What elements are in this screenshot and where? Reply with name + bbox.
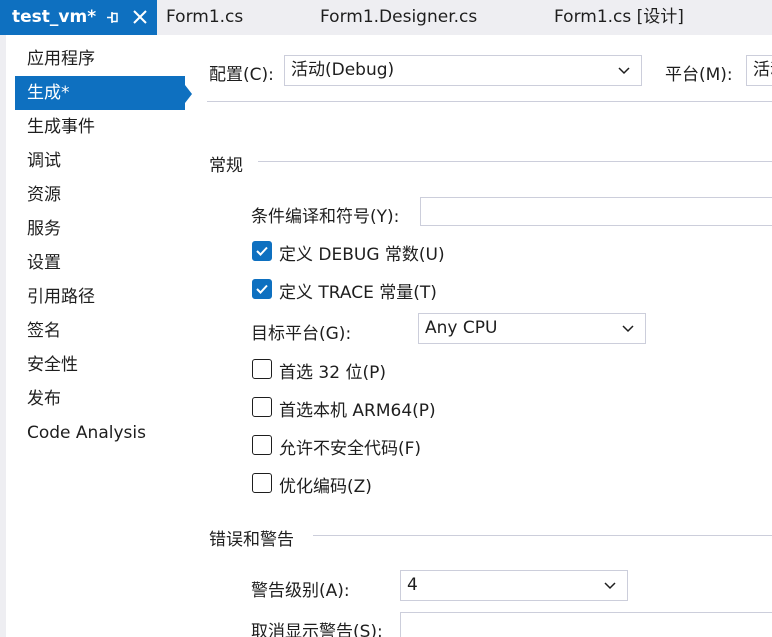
optimize-code-label[interactable]: 优化编码(Z) (279, 472, 372, 497)
tab-label: Form1.cs (166, 7, 244, 27)
sidebar-item-reference-paths[interactable]: 引用路径 (15, 280, 185, 314)
warning-level-value: 4 (407, 575, 418, 595)
target-platform-value: Any CPU (425, 318, 498, 338)
tab-overflow-area (753, 0, 772, 35)
platform-dropdown[interactable]: 活动 (746, 55, 772, 86)
pin-icon[interactable] (104, 0, 120, 35)
sidebar-item-services[interactable]: 服务 (15, 212, 185, 246)
config-divider (207, 101, 772, 102)
warning-level-dropdown[interactable]: 4 (400, 570, 628, 601)
prefer-32bit-label[interactable]: 首选 32 位(P) (279, 358, 386, 383)
selected-indicator-arrow (185, 85, 192, 103)
prefer-arm64-label[interactable]: 首选本机 ARM64(P) (279, 396, 436, 421)
sidebar-item-debug[interactable]: 调试 (15, 144, 185, 178)
conditional-symbols-label: 条件编译和符号(Y): (251, 207, 400, 227)
target-platform-dropdown[interactable]: Any CPU (418, 313, 646, 344)
prefer-arm64-checkbox[interactable] (252, 397, 272, 417)
chevron-down-icon (621, 314, 635, 343)
tab-form1-cs[interactable]: Form1.cs (166, 0, 243, 35)
platform-label: 平台(M): (665, 65, 733, 85)
section-title-general: 常规 (209, 156, 243, 176)
section-title-errors-warnings: 错误和警告 (209, 530, 294, 550)
suppress-warnings-input[interactable] (400, 612, 772, 637)
suppress-warnings-label: 取消显示警告(S): (251, 622, 383, 637)
sidebar-item-build-events[interactable]: 生成事件 (15, 110, 185, 144)
conditional-symbols-input[interactable] (420, 197, 772, 226)
sidebar-item-resources[interactable]: 资源 (15, 178, 185, 212)
document-tab-bar: test_vm* Form1.cs Form1.Designer.cs Form… (0, 0, 772, 35)
define-trace-checkbox[interactable] (252, 279, 272, 299)
sidebar-item-signing[interactable]: 签名 (15, 314, 185, 348)
checkmark-icon (256, 246, 268, 256)
warning-level-label: 警告级别(A): (251, 581, 350, 601)
tab-form1-designer-cs[interactable]: Form1.Designer.cs (320, 0, 477, 35)
config-value: 活动(Debug) (291, 60, 395, 80)
sidebar-item-build[interactable]: 生成* (15, 76, 185, 110)
config-label: 配置(C): (209, 65, 274, 85)
sidebar-strip (0, 35, 6, 637)
checkmark-icon (256, 284, 268, 294)
allow-unsafe-checkbox[interactable] (252, 435, 272, 455)
tab-label: test_vm* (12, 7, 97, 27)
platform-value: 活动 (753, 60, 772, 80)
close-icon[interactable] (131, 0, 149, 35)
prefer-32bit-checkbox[interactable] (252, 359, 272, 379)
sidebar-item-code-analysis[interactable]: Code Analysis (15, 416, 185, 450)
tab-form1-design[interactable]: Form1.cs [设计] (554, 0, 684, 35)
chevron-down-icon (603, 571, 617, 600)
sidebar-item-application[interactable]: 应用程序 (15, 42, 185, 76)
optimize-code-checkbox[interactable] (252, 473, 272, 493)
chevron-down-icon (617, 56, 631, 85)
section-divider (313, 535, 772, 536)
sidebar-item-settings[interactable]: 设置 (15, 246, 185, 280)
allow-unsafe-label[interactable]: 允许不安全代码(F) (279, 434, 421, 459)
define-debug-label[interactable]: 定义 DEBUG 常数(U) (279, 240, 445, 265)
tab-label: Form1.cs [设计] (554, 7, 684, 27)
config-dropdown[interactable]: 活动(Debug) (284, 55, 642, 86)
sidebar-item-security[interactable]: 安全性 (15, 348, 185, 382)
define-debug-checkbox[interactable] (252, 241, 272, 261)
tab-test-vm[interactable]: test_vm* (0, 0, 157, 35)
target-platform-label: 目标平台(G): (251, 324, 352, 344)
define-trace-label[interactable]: 定义 TRACE 常量(T) (279, 278, 437, 303)
section-divider (258, 161, 772, 162)
tab-label: Form1.Designer.cs (320, 7, 478, 27)
sidebar-item-publish[interactable]: 发布 (15, 382, 185, 416)
